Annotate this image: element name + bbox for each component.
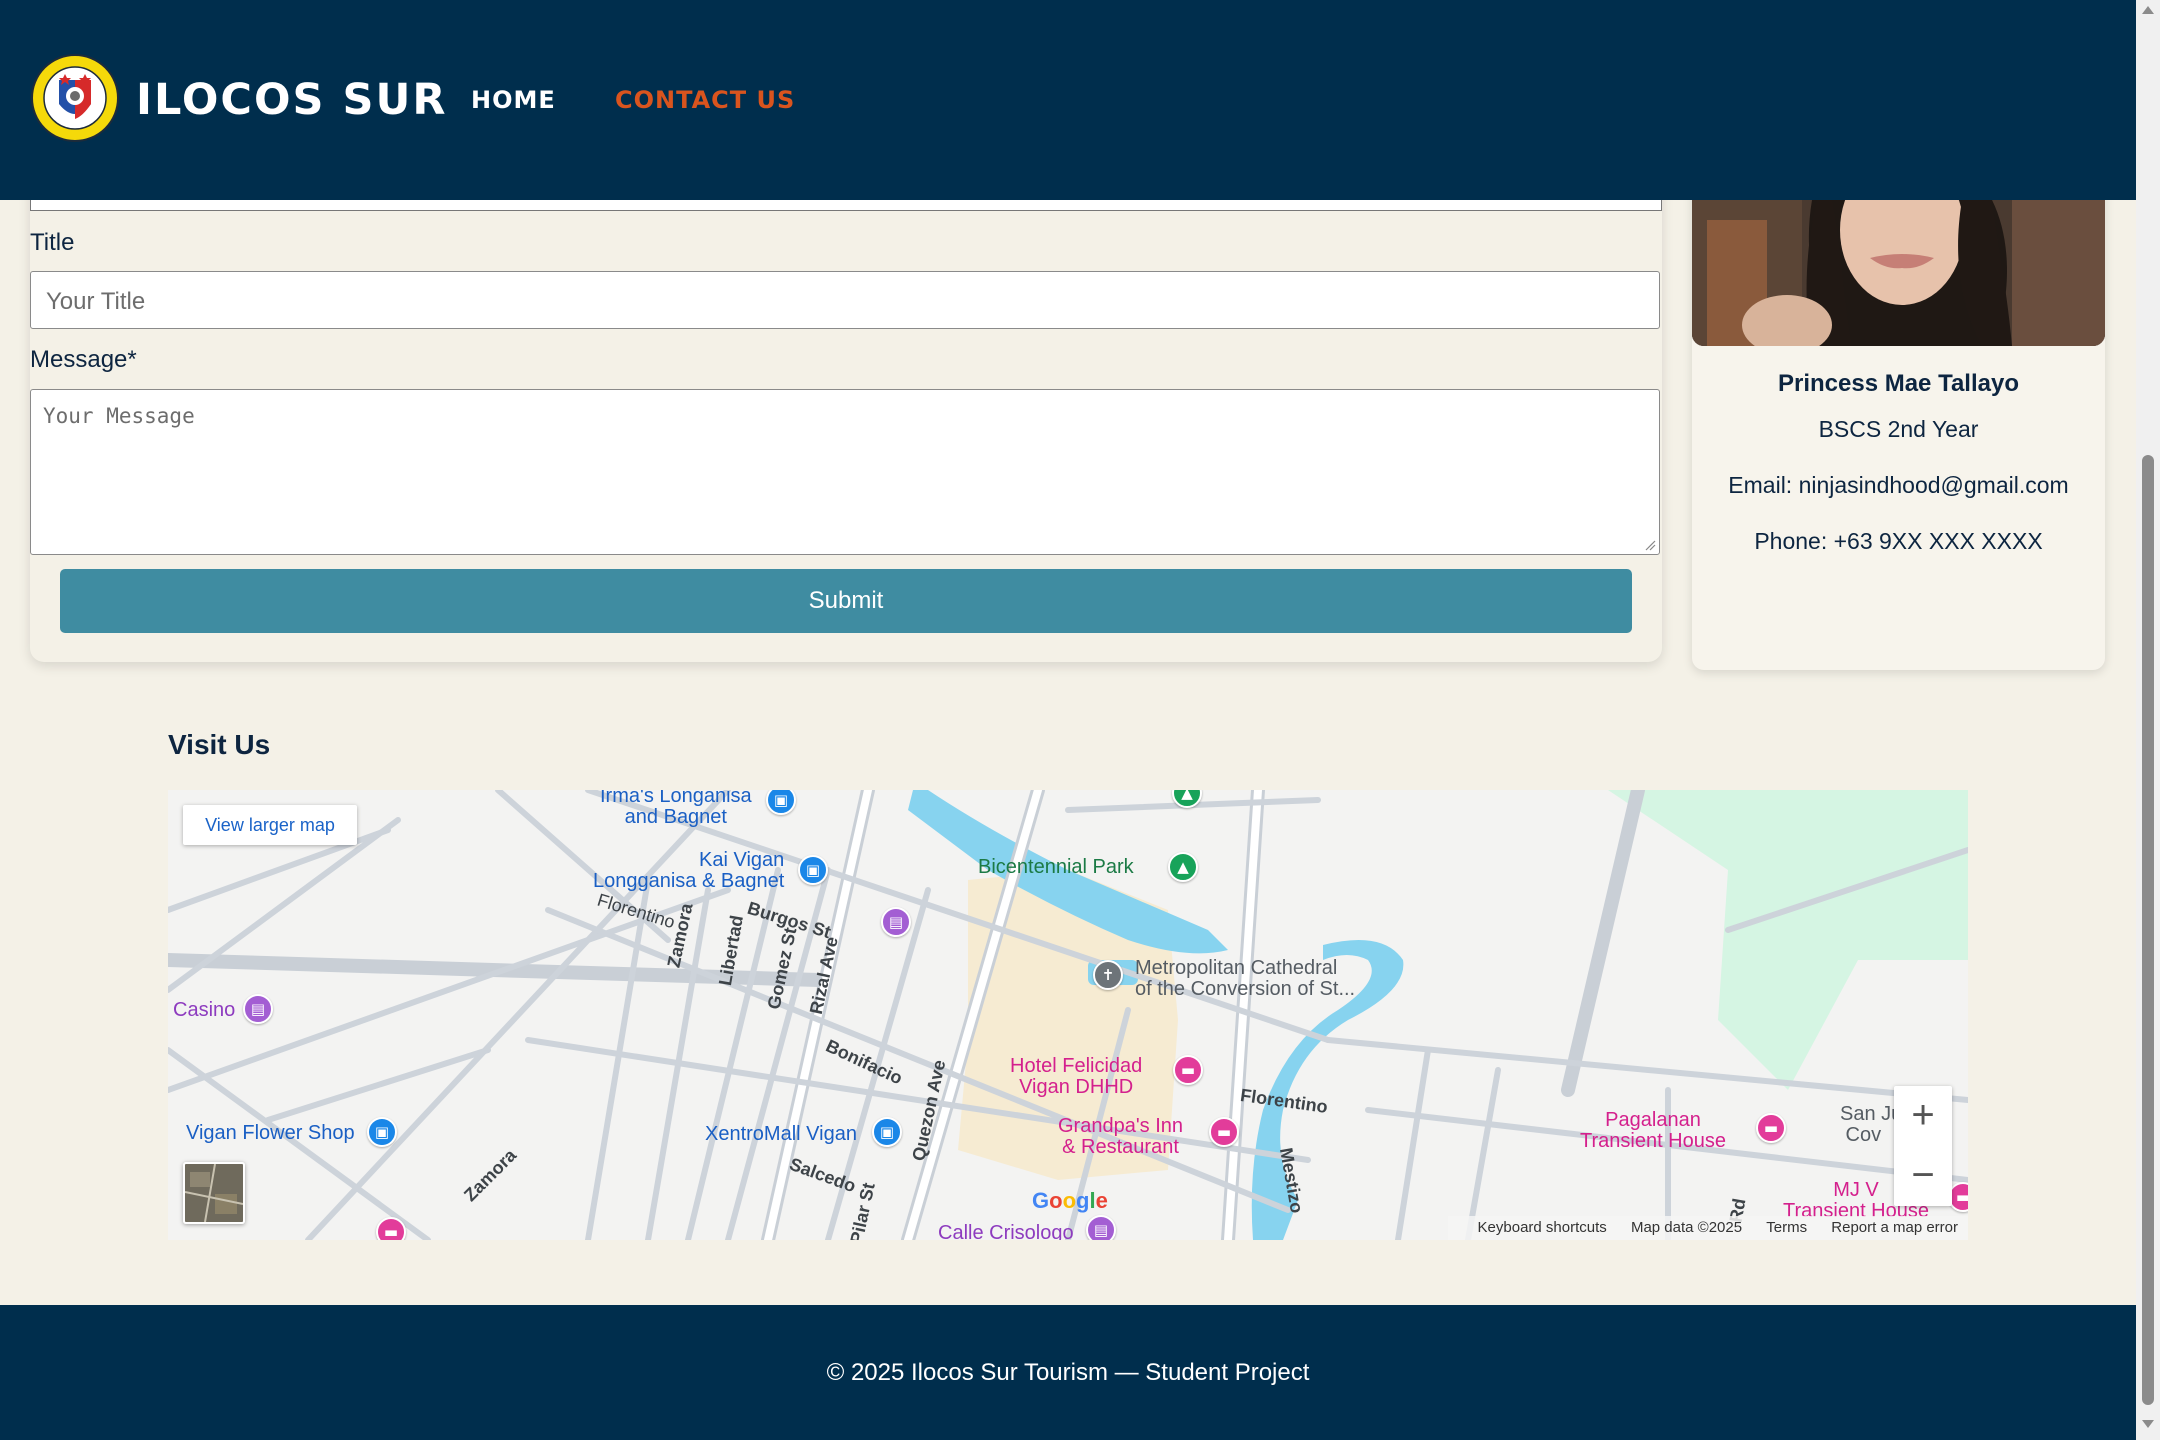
- hotel-icon[interactable]: ▬: [1173, 1055, 1203, 1085]
- message-textarea[interactable]: Your Message: [30, 389, 1660, 555]
- submit-button[interactable]: Submit: [60, 569, 1632, 633]
- profile-phone: Phone: +63 9XX XXX XXXX: [1754, 528, 2043, 554]
- resize-handle-icon[interactable]: [1644, 539, 1656, 551]
- footer-copyright: © 2025 Ilocos Sur Tourism — Student Proj…: [826, 1359, 1310, 1386]
- zoom-controls: + −: [1894, 1086, 1952, 1206]
- visit-us-heading: Visit Us: [168, 729, 271, 760]
- keyboard-shortcuts-link[interactable]: Keyboard shortcuts: [1478, 1219, 1607, 1236]
- site-footer: © 2025 Ilocos Sur Tourism — Student Proj…: [0, 1305, 2136, 1440]
- casino-icon[interactable]: ▤: [243, 994, 273, 1024]
- place-xentromall[interactable]: XentroMall Vigan: [705, 1124, 857, 1145]
- museum-icon[interactable]: ▤: [881, 907, 911, 937]
- google-logo: Google: [1032, 1188, 1108, 1213]
- scroll-up-icon[interactable]: [2142, 6, 2154, 14]
- place-hotel-felicidad[interactable]: Hotel Felicidad Vigan DHHD: [1010, 1056, 1142, 1098]
- profile-course: BSCS 2nd Year: [1818, 416, 1979, 442]
- place-flower-shop[interactable]: Vigan Flower Shop: [186, 1123, 355, 1144]
- church-icon[interactable]: ✝: [1093, 960, 1123, 990]
- zoom-out-button[interactable]: −: [1894, 1146, 1952, 1206]
- place-bicentennial-park[interactable]: Bicentennial Park: [978, 857, 1134, 878]
- profile-email[interactable]: Email: ninjasindhood@gmail.com: [1692, 472, 2105, 499]
- nav-home[interactable]: HOME: [471, 86, 556, 114]
- place-casino[interactable]: Casino: [173, 1000, 235, 1021]
- title-label: Title: [30, 229, 75, 256]
- scroll-down-icon[interactable]: [2142, 1420, 2154, 1428]
- shopping-bag-icon[interactable]: ▣: [872, 1117, 902, 1147]
- scroll-thumb[interactable]: [2142, 455, 2154, 1405]
- map-data-text: Map data ©2025: [1630, 1219, 1743, 1236]
- shopping-bag-icon[interactable]: ▣: [367, 1117, 397, 1147]
- place-pagalanan[interactable]: Pagalanan Transient House: [1580, 1110, 1726, 1152]
- nav-contact-us[interactable]: CONTACT US: [615, 86, 795, 114]
- place-grandpas-inn[interactable]: Grandpa's Inn & Restaurant: [1058, 1116, 1183, 1158]
- place-irmas[interactable]: Irma's Longanisa and Bagnet: [600, 790, 752, 828]
- hotel-icon[interactable]: ▬: [1209, 1117, 1239, 1147]
- terms-link[interactable]: Terms: [1766, 1219, 1807, 1236]
- report-error-link[interactable]: Report a map error: [1831, 1219, 1958, 1236]
- map-attribution: Keyboard shortcuts Map data ©2025 Terms …: [1447, 1216, 1968, 1240]
- view-larger-map-button[interactable]: View larger map: [183, 805, 357, 845]
- profile-name: Princess Mae Tallayo: [1777, 370, 2019, 397]
- place-kai-vigan[interactable]: Kai Vigan Longganisa & Bagnet: [593, 850, 784, 892]
- site-header: ILOCOS SUR HOME CONTACT US: [0, 0, 2136, 200]
- message-placeholder: Your Message: [43, 404, 195, 428]
- satellite-toggle-icon[interactable]: [183, 1162, 245, 1224]
- cart-icon[interactable]: ▣: [798, 855, 828, 885]
- hotel-icon[interactable]: ▬: [1756, 1113, 1786, 1143]
- place-cathedral[interactable]: Metropolitan Cathedral of the Conversion …: [1135, 958, 1355, 1000]
- place-calle-crisologo[interactable]: Calle Crisologo: [938, 1223, 1074, 1241]
- tree-icon[interactable]: ▲: [1168, 852, 1198, 882]
- embedded-map[interactable]: Irma's Longanisa and Bagnet ▣ Kai Vigan Lo…: [168, 790, 1968, 1240]
- page-scrollbar[interactable]: [2136, 0, 2160, 1440]
- site-brand[interactable]: ILOCOS SUR: [136, 73, 447, 127]
- message-label: Message*: [30, 346, 137, 373]
- zoom-in-button[interactable]: +: [1894, 1086, 1952, 1146]
- province-seal-icon[interactable]: [31, 54, 119, 142]
- hotel-icon[interactable]: ▬: [376, 1217, 406, 1240]
- title-input[interactable]: Your Title: [30, 271, 1660, 329]
- attraction-icon[interactable]: ▤: [1086, 1215, 1116, 1240]
- title-placeholder: Your Title: [46, 288, 146, 315]
- profile-photo: [1692, 200, 2105, 346]
